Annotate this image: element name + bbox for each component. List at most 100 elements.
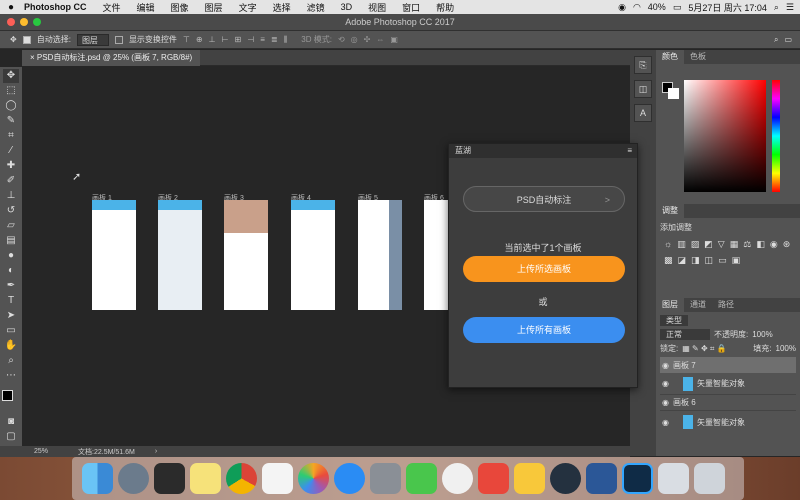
record-icon[interactable]: ◉ (618, 2, 626, 13)
trash-icon[interactable] (694, 463, 725, 494)
menu-select[interactable]: 选择 (265, 1, 299, 14)
channel-mixer-icon[interactable]: ⊛ (783, 239, 791, 250)
levels-icon[interactable]: ▥ (677, 239, 686, 250)
bw-icon[interactable]: ◧ (756, 239, 765, 250)
tab-paths[interactable]: 路径 (712, 298, 740, 312)
3d-slide-icon[interactable]: ⇔ (376, 35, 384, 44)
app-store-icon[interactable] (334, 463, 365, 494)
apple-icon[interactable]: ● (0, 2, 22, 13)
invert-icon[interactable]: ◪ (678, 255, 687, 266)
sketch-icon[interactable] (514, 463, 545, 494)
gradient-map-icon[interactable]: ▭ (718, 255, 727, 266)
upload-all-button[interactable]: 上传所有画板 (463, 317, 625, 343)
menu-image[interactable]: 图像 (163, 1, 197, 14)
app-menu[interactable]: Photoshop CC (22, 2, 95, 12)
artboard-3[interactable] (224, 200, 268, 310)
finder-icon[interactable] (82, 463, 113, 494)
minimize-window-button[interactable] (20, 18, 28, 26)
artboard-5[interactable] (358, 200, 402, 310)
qq-icon[interactable] (442, 463, 473, 494)
move-tool-preset-icon[interactable]: ✥ (10, 35, 17, 44)
align-top-icon[interactable]: ⊤ (183, 35, 190, 45)
hue-slider[interactable] (772, 80, 780, 192)
document-tab[interactable]: × PSD自动标注.psd @ 25% (画板 7, RGB/8#) (22, 50, 201, 66)
wifi-icon[interactable]: ◠ (633, 2, 641, 13)
character-panel-icon[interactable]: A (634, 104, 652, 122)
marquee-tool-icon[interactable]: ⬚ (3, 84, 19, 98)
eye-icon[interactable]: ◉ (662, 379, 669, 388)
3d-pan-icon[interactable]: ✣ (364, 35, 371, 44)
posterize-icon[interactable]: ◨ (691, 255, 700, 266)
hue-sat-icon[interactable]: ▦ (730, 239, 739, 250)
quick-mask-icon[interactable]: ◙ (3, 415, 19, 429)
clock[interactable]: 5月27日 周六 17:04 (688, 1, 767, 14)
distribute-icon[interactable]: ≡ (260, 35, 265, 45)
distribute-h-icon[interactable]: ⫼ (284, 35, 288, 45)
document-size[interactable]: 文档:22.5M/51.6M (78, 447, 135, 457)
dodge-tool-icon[interactable]: ◐ (3, 264, 19, 278)
align-vcenter-icon[interactable]: ⊕ (196, 35, 203, 45)
lasso-tool-icon[interactable]: ◯ (3, 99, 19, 113)
zoom-window-button[interactable] (33, 18, 41, 26)
clone-stamp-tool-icon[interactable]: ⊥ (3, 189, 19, 203)
close-window-button[interactable] (7, 18, 15, 26)
artboard-4[interactable] (291, 200, 335, 310)
history-brush-tool-icon[interactable]: ↺ (3, 204, 19, 218)
brightness-icon[interactable]: ☼ (664, 239, 672, 250)
align-right-icon[interactable]: ⊣ (247, 35, 254, 45)
pen-tool-icon[interactable]: ✒ (3, 279, 19, 293)
menu-filter[interactable]: 滤镜 (299, 1, 333, 14)
zoom-level[interactable]: 25% (34, 448, 48, 455)
workspace-icon[interactable]: ▭ (784, 35, 792, 44)
curves-icon[interactable]: ▨ (691, 239, 700, 250)
lock-icons[interactable]: ▦ ✎ ✥ ⌗ 🔒 (682, 344, 726, 354)
eye-icon[interactable]: ◉ (662, 418, 669, 427)
battery-icon[interactable]: ▭ (673, 2, 682, 13)
opacity-value[interactable]: 100% (752, 330, 772, 339)
layer-row[interactable]: ◉ 矢量智能对象 (660, 411, 796, 433)
eye-icon[interactable]: ◉ (662, 361, 669, 370)
menu-view[interactable]: 视图 (360, 1, 394, 14)
color-swatches[interactable] (2, 390, 20, 408)
eye-icon[interactable]: ◉ (662, 398, 669, 407)
healing-brush-tool-icon[interactable]: ✚ (3, 159, 19, 173)
tab-adjustments[interactable]: 调整 (656, 204, 684, 218)
3d-camera-icon[interactable]: ▣ (390, 35, 398, 44)
exposure-icon[interactable]: ◩ (704, 239, 713, 250)
3d-roll-icon[interactable]: ◎ (351, 35, 358, 44)
menu-window[interactable]: 窗口 (394, 1, 428, 14)
quicktime-icon[interactable] (550, 463, 581, 494)
word-icon[interactable] (586, 463, 617, 494)
menu-layer[interactable]: 图层 (197, 1, 231, 14)
lookup-icon[interactable]: ▩ (664, 255, 673, 266)
tab-layers[interactable]: 图层 (656, 298, 684, 312)
upload-selected-button[interactable]: 上传所选画板 (463, 256, 625, 282)
search-icon[interactable]: ⌕ (774, 35, 778, 45)
psd-auto-annotate-button[interactable]: PSD自动标注 > (463, 186, 625, 212)
align-bottom-icon[interactable]: ⊥ (209, 35, 216, 45)
more-tools-icon[interactable]: ⋯ (3, 369, 19, 383)
zoom-tool-icon[interactable]: ⌕ (3, 354, 19, 368)
launchpad-icon[interactable] (118, 463, 149, 494)
eraser-tool-icon[interactable]: ▱ (3, 219, 19, 233)
menu-3d[interactable]: 3D (333, 2, 361, 12)
menu-file[interactable]: 文件 (95, 1, 129, 14)
search-icon[interactable]: ⌕ (774, 2, 779, 13)
photos-icon[interactable] (298, 463, 329, 494)
3d-rotate-icon[interactable]: ⟲ (338, 35, 345, 44)
color-balance-icon[interactable]: ⚖ (743, 239, 751, 250)
menu-type[interactable]: 文字 (231, 1, 265, 14)
threshold-icon[interactable]: ◫ (705, 255, 714, 266)
vibrance-icon[interactable]: ▽ (718, 239, 725, 250)
crop-tool-icon[interactable]: ⌗ (3, 129, 19, 143)
photoshop-dock-icon[interactable] (622, 463, 653, 494)
reminders-icon[interactable] (262, 463, 293, 494)
layer-row[interactable]: ◉ 画板 7 (660, 357, 796, 373)
screen-mode-icon[interactable]: ▢ (3, 430, 19, 444)
notification-center-icon[interactable]: ☰ (786, 2, 794, 13)
blur-tool-icon[interactable]: ● (3, 249, 19, 263)
preview-icon[interactable] (658, 463, 689, 494)
eyedropper-tool-icon[interactable]: ⁄ (3, 144, 19, 158)
chrome-icon[interactable] (226, 463, 257, 494)
menu-help[interactable]: 帮助 (428, 1, 462, 14)
